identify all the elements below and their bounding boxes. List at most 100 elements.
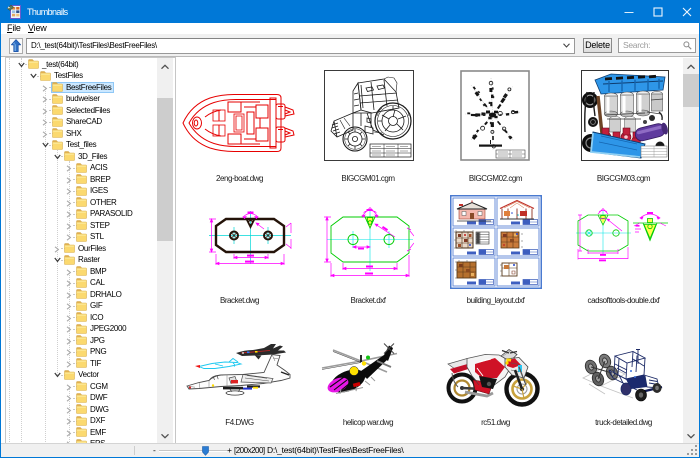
tree-item-content[interactable]: STL	[75, 231, 107, 242]
tree-item-IGES[interactable]: IGES	[6, 185, 175, 197]
collapsed-chevron-icon[interactable]	[66, 430, 72, 437]
collapsed-chevron-icon[interactable]	[42, 108, 48, 115]
tree-item-content[interactable]: ACIS	[75, 162, 110, 173]
tree-item-content[interactable]: BMP	[75, 266, 109, 277]
tree-item-OurFiles[interactable]: OurFiles	[6, 243, 175, 255]
minimize-button[interactable]	[614, 1, 643, 23]
tree-item-content[interactable]: EMF	[75, 427, 109, 438]
tree-scroll-down-icon[interactable]	[157, 427, 173, 444]
collapsed-chevron-icon[interactable]	[66, 223, 72, 230]
tree-item-Test_files[interactable]: Test_files	[6, 139, 175, 151]
thumb-art-bracket-dwg[interactable]	[207, 206, 293, 268]
collapsed-chevron-icon[interactable]	[66, 211, 72, 218]
tree-item-JPEG2000[interactable]: JPEG2000	[6, 323, 175, 335]
tree-item-content[interactable]: STEP	[75, 220, 113, 231]
tree-item-BestFreeFiles[interactable]: BestFreeFiles	[6, 82, 175, 94]
tree-item-content[interactable]: 3D_Files	[63, 151, 110, 162]
menu-view[interactable]: View	[28, 23, 47, 34]
thumb-art-bigcgm03[interactable]	[581, 70, 669, 161]
thumbnail-label[interactable]: Bracket.dxf	[350, 296, 385, 305]
collapsed-chevron-icon[interactable]	[54, 246, 60, 253]
expanded-chevron-icon[interactable]	[30, 73, 37, 79]
tree-item-content[interactable]: OTHER	[75, 197, 120, 208]
collapsed-chevron-icon[interactable]	[66, 384, 72, 391]
collapsed-chevron-icon[interactable]	[42, 119, 48, 126]
collapsed-chevron-icon[interactable]	[66, 165, 72, 172]
tree-item-TIF[interactable]: TIF	[6, 358, 175, 370]
tree-item-BREP[interactable]: BREP	[6, 174, 175, 186]
tree-item-3D_Files[interactable]: 3D_Files	[6, 151, 175, 163]
tree-item-content[interactable]: DXF	[75, 415, 108, 426]
thumb-art-bigcgm02[interactable]	[460, 70, 530, 161]
collapsed-chevron-icon[interactable]	[66, 338, 72, 345]
search-input[interactable]: Search:	[618, 38, 696, 53]
tree-item-DWF[interactable]: DWF	[6, 392, 175, 404]
collapsed-chevron-icon[interactable]	[42, 96, 48, 103]
tree-item-TestFiles[interactable]: TestFiles	[6, 70, 175, 82]
thumb-art-f4[interactable]	[185, 342, 293, 400]
tree-item-_test(64bit)[interactable]: _test(64bit)	[6, 59, 175, 71]
collapsed-chevron-icon[interactable]	[66, 234, 72, 241]
expanded-chevron-icon[interactable]	[54, 154, 61, 160]
thumbnail-label[interactable]: truck-detailed.dwg	[595, 418, 652, 427]
tree-item-BMP[interactable]: BMP	[6, 266, 175, 278]
collapsed-chevron-icon[interactable]	[66, 315, 72, 322]
expanded-chevron-icon[interactable]	[18, 62, 25, 68]
thumb-art-cadsofttools-double[interactable]	[576, 205, 668, 265]
tree-item-budweiser[interactable]: budweiser	[6, 93, 175, 105]
tree-item-content[interactable]: ShareCAD	[51, 116, 105, 127]
zoom-in-label[interactable]: +	[227, 444, 232, 457]
tree-item-content[interactable]: CGM	[75, 381, 111, 392]
tree-scrollbar-thumb[interactable]	[157, 98, 173, 241]
thumb-art-bracket-dxf[interactable]	[322, 203, 414, 279]
collapsed-chevron-icon[interactable]	[66, 280, 72, 287]
zoom-slider-track[interactable]	[159, 450, 227, 452]
tree-item-content[interactable]: PNG	[75, 346, 109, 357]
tree-item-content[interactable]: OurFiles	[63, 243, 109, 254]
tree-item-content[interactable]: Test_files	[51, 139, 99, 150]
tree-item-content[interactable]: DRHALO	[75, 289, 125, 300]
thumbnails-scrollbar[interactable]	[683, 58, 699, 444]
collapsed-chevron-icon[interactable]	[66, 395, 72, 402]
tree-item-CAL[interactable]: CAL	[6, 277, 175, 289]
tree-item-GIF[interactable]: GIF	[6, 300, 175, 312]
tree-item-STEP[interactable]: STEP	[6, 220, 175, 232]
collapsed-chevron-icon[interactable]	[66, 407, 72, 414]
up-level-button[interactable]	[9, 38, 23, 54]
menu-file[interactable]: File	[7, 23, 21, 34]
tree-item-Vector[interactable]: Vector	[6, 369, 175, 381]
thumbnail-label[interactable]: BIGCGM01.cgm	[341, 174, 394, 183]
thumb-art-2eng-boat[interactable]	[182, 86, 297, 160]
collapsed-chevron-icon[interactable]	[66, 200, 72, 207]
tree-item-content[interactable]: SelectedFiles	[51, 105, 113, 116]
tree-item-content[interactable]: TestFiles	[39, 70, 86, 81]
tree-item-content[interactable]: BREP	[75, 174, 114, 185]
thumbnail-label[interactable]: 2eng-boat.dwg	[216, 174, 263, 183]
tree-item-ICO[interactable]: ICO	[6, 312, 175, 324]
address-combobox[interactable]: D:\_test(64bit)\TestFiles\BestFreeFiles\	[26, 38, 575, 54]
tree-item-content[interactable]: IGES	[75, 185, 111, 196]
tree-item-content[interactable]: TIF	[75, 358, 104, 369]
tree-scroll-up-icon[interactable]	[157, 58, 173, 75]
tree-item-ACIS[interactable]: ACIS	[6, 162, 175, 174]
zoom-slider-thumb[interactable]	[202, 446, 209, 456]
tree-item-content[interactable]: Raster	[63, 254, 103, 265]
tree-item-content[interactable]: PARASOLID	[75, 208, 136, 219]
tree-item-content[interactable]: SHX	[51, 128, 85, 139]
thumbnails-scrollbar-thumb[interactable]	[683, 74, 699, 107]
tree-item-PNG[interactable]: PNG	[6, 346, 175, 358]
tree-item-Raster[interactable]: Raster	[6, 254, 175, 266]
tree-item-content[interactable]: BestFreeFiles	[51, 82, 114, 93]
thumbnail-label[interactable]: helicop war.dwg	[343, 418, 393, 427]
thumbnail-label[interactable]: Bracket.dwg	[220, 296, 259, 305]
collapsed-chevron-icon[interactable]	[66, 177, 72, 184]
thumb-art-rc51[interactable]	[445, 344, 543, 410]
thumbs-scroll-up-icon[interactable]	[683, 58, 699, 75]
collapsed-chevron-icon[interactable]	[66, 269, 72, 276]
expanded-chevron-icon[interactable]	[42, 142, 49, 148]
tree-item-content[interactable]: Vector	[63, 369, 102, 380]
collapsed-chevron-icon[interactable]	[66, 361, 72, 368]
resize-grip[interactable]	[686, 444, 698, 456]
tree-item-ShareCAD[interactable]: ShareCAD	[6, 116, 175, 128]
thumb-art-bigcgm01[interactable]	[324, 70, 414, 161]
